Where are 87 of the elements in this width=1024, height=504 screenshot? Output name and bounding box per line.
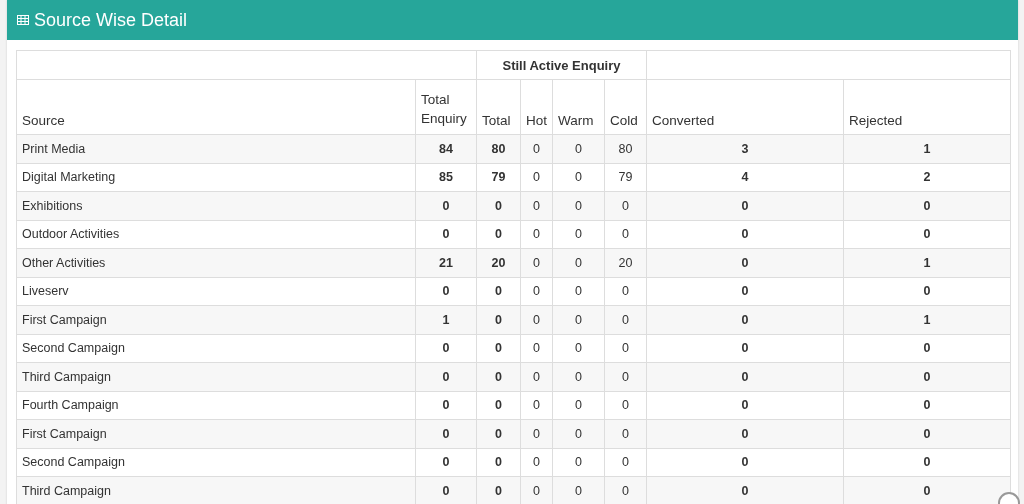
table-cell: Second Campaign: [16, 448, 416, 477]
table-cell: 0: [415, 391, 477, 420]
table-cell: 0: [843, 334, 1011, 363]
table-cell: 0: [476, 220, 521, 249]
table-cell: 0: [476, 448, 521, 477]
table-cell: Outdoor Activities: [16, 220, 416, 249]
table-cell: 79: [476, 163, 521, 192]
table-cell: 0: [604, 277, 647, 306]
table-cell: 0: [520, 220, 553, 249]
table-cell: 0: [476, 391, 521, 420]
table-cell: 0: [843, 448, 1011, 477]
table-cell: 0: [520, 391, 553, 420]
table-cell: 0: [552, 277, 605, 306]
column-header: Converted: [646, 79, 844, 135]
column-header: Cold: [604, 79, 647, 135]
table-cell: 1: [415, 305, 477, 334]
column-header: Hot: [520, 79, 553, 135]
table-cell: 0: [415, 362, 477, 391]
table-cell: 0: [843, 476, 1011, 504]
table-cell: 0: [415, 220, 477, 249]
table-cell: 21: [415, 248, 477, 277]
table-cell: 0: [520, 277, 553, 306]
table-cell: 0: [843, 391, 1011, 420]
table-cell: Fourth Campaign: [16, 391, 416, 420]
table-cell: 0: [646, 248, 844, 277]
table-cell: 79: [604, 163, 647, 192]
column-header: Rejected: [843, 79, 1011, 135]
table-cell: 0: [604, 448, 647, 477]
table-cell: 0: [552, 448, 605, 477]
table-cell: Other Activities: [16, 248, 416, 277]
table-cell: Third Campaign: [16, 476, 416, 504]
table-cell: 1: [843, 305, 1011, 334]
table-icon: [17, 15, 29, 25]
table-cell: First Campaign: [16, 419, 416, 448]
table-cell: 85: [415, 163, 477, 192]
table-cell: Print Media: [16, 134, 416, 163]
column-header: Source: [16, 79, 416, 135]
table-cell: 0: [646, 391, 844, 420]
table-cell: 2: [843, 163, 1011, 192]
table-cell: 0: [604, 391, 647, 420]
table-cell: 0: [552, 334, 605, 363]
table-cell: 0: [646, 191, 844, 220]
table-cell: 0: [646, 448, 844, 477]
table-cell: 0: [476, 277, 521, 306]
table-cell: 0: [415, 334, 477, 363]
table-cell: 4: [646, 163, 844, 192]
table-cell: 0: [646, 305, 844, 334]
table-cell: 0: [476, 334, 521, 363]
table-cell: 0: [843, 277, 1011, 306]
table-cell: 0: [843, 191, 1011, 220]
table-cell: Second Campaign: [16, 334, 416, 363]
column-header: Total: [476, 79, 521, 135]
table-cell: First Campaign: [16, 305, 416, 334]
table-cell: 0: [415, 476, 477, 504]
table-cell: Liveserv: [16, 277, 416, 306]
table-cell: 0: [646, 334, 844, 363]
table-cell: 1: [843, 248, 1011, 277]
table-cell: 3: [646, 134, 844, 163]
table-cell: 1: [843, 134, 1011, 163]
table-cell: 0: [646, 220, 844, 249]
table-cell: 0: [520, 448, 553, 477]
table-cell: 0: [520, 163, 553, 192]
table-cell: 0: [843, 362, 1011, 391]
table-cell: 0: [604, 220, 647, 249]
table-cell: 0: [843, 220, 1011, 249]
table-cell: 0: [552, 391, 605, 420]
table-cell: 0: [604, 334, 647, 363]
table-cell: 0: [552, 220, 605, 249]
table-cell: 84: [415, 134, 477, 163]
panel-title: Source Wise Detail: [34, 9, 188, 31]
table-cell: 0: [552, 163, 605, 192]
column-header: Total Enquiry: [415, 79, 477, 135]
table-cell: Third Campaign: [16, 362, 416, 391]
table-cell: 0: [415, 419, 477, 448]
column-group-header: Still Active Enquiry: [476, 50, 647, 80]
table-cell: 0: [646, 362, 844, 391]
table-cell: 0: [646, 476, 844, 504]
table-cell: Digital Marketing: [16, 163, 416, 192]
table-cell: 0: [520, 334, 553, 363]
table-cell: 0: [415, 277, 477, 306]
table-cell: Exhibitions: [16, 191, 416, 220]
table-cell: 0: [843, 419, 1011, 448]
table-cell: 0: [415, 191, 477, 220]
table-cell: 0: [646, 277, 844, 306]
table-cell: 0: [646, 419, 844, 448]
column-header: Warm: [552, 79, 605, 135]
table-cell: 0: [415, 448, 477, 477]
